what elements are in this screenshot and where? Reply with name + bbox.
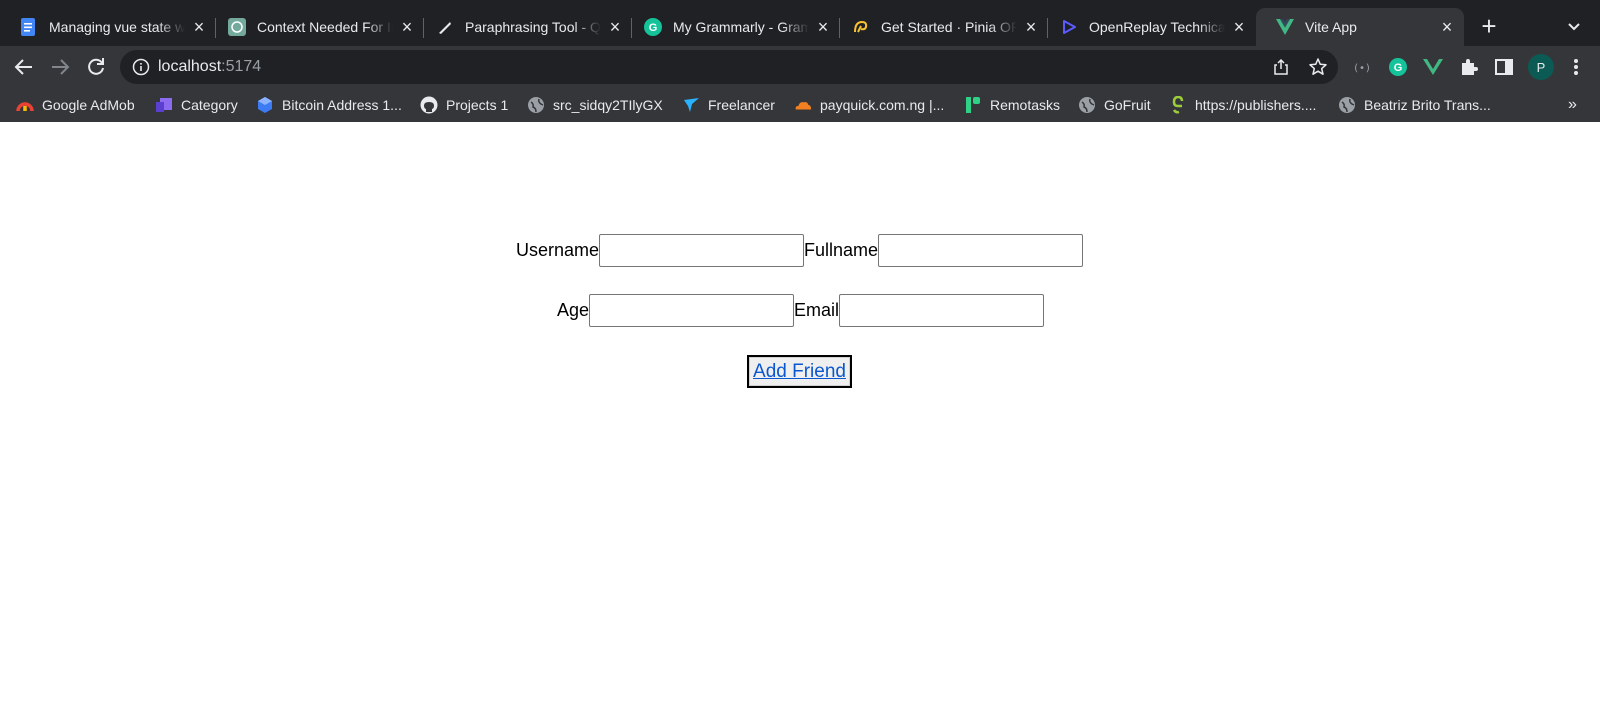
- close-tab-icon[interactable]: ×: [398, 18, 416, 36]
- email-label: Email: [794, 300, 840, 320]
- google-docs-icon: [20, 18, 38, 36]
- remotasks-icon: [964, 96, 982, 114]
- tab-title: OpenReplay Technica: [1089, 19, 1225, 35]
- grammarly-icon: G: [644, 18, 662, 36]
- side-panel-icon[interactable]: [1494, 57, 1514, 77]
- tab-title: Vite App: [1305, 19, 1357, 35]
- form-row-age-email: Age Email: [557, 294, 1045, 327]
- browser-toolbar: localhost:5174 (•) G P: [0, 46, 1600, 88]
- bookmark-beatriz-brito[interactable]: Beatriz Brito Trans...: [1338, 95, 1491, 115]
- globe-icon: [1078, 96, 1096, 114]
- bookmark-label: Remotasks: [990, 97, 1061, 113]
- bookmark-gofruit[interactable]: GoFruit: [1078, 95, 1151, 115]
- bitcoin-icon: [256, 96, 274, 114]
- more-menu-icon[interactable]: [1566, 57, 1586, 77]
- vue-icon: [1276, 18, 1294, 36]
- tab-pinia[interactable]: Get Started · Pinia OR ×: [832, 8, 1048, 46]
- age-label: Age: [557, 300, 590, 320]
- url-port: :5174: [221, 58, 262, 75]
- form-row-username-fullname: Username Fullname: [516, 234, 1084, 267]
- tab-title: Paraphrasing Tool - Q: [465, 19, 601, 35]
- grammarly-extension-icon[interactable]: G: [1388, 57, 1408, 77]
- bookmark-label: payquick.com.ng |...: [820, 97, 945, 113]
- openreplay-icon: [1060, 18, 1078, 36]
- freelancer-icon: [682, 96, 700, 114]
- bookmark-label: Bitcoin Address 1...: [282, 97, 402, 113]
- vue-devtools-extension-icon[interactable]: [1423, 57, 1443, 77]
- bookmark-freelancer[interactable]: Freelancer: [682, 95, 775, 115]
- admob-icon: [16, 96, 34, 114]
- bookmark-bitcoin-address[interactable]: Bitcoin Address 1...: [256, 95, 402, 115]
- new-tab-button[interactable]: +: [1475, 13, 1503, 41]
- bookmark-label: Google AdMob: [42, 97, 135, 113]
- globe-icon: [1338, 96, 1356, 114]
- tab-search-chevron-icon[interactable]: [1564, 17, 1584, 37]
- tab-vite-app[interactable]: Vite App ×: [1256, 8, 1464, 46]
- svg-text:G: G: [649, 22, 658, 34]
- site-info-icon[interactable]: [132, 58, 150, 76]
- forward-arrow-icon[interactable]: [48, 55, 72, 79]
- close-tab-icon[interactable]: ×: [190, 18, 208, 36]
- fullname-label: Fullname: [804, 240, 879, 260]
- tab-strip: Managing vue state w × Context Needed Fo…: [0, 0, 1600, 46]
- username-label: Username: [516, 240, 600, 260]
- close-tab-icon[interactable]: ×: [1230, 18, 1248, 36]
- tab-title: Get Started · Pinia OR: [881, 19, 1017, 35]
- globe-icon: [527, 96, 545, 114]
- bookmark-payquick[interactable]: payquick.com.ng |...: [794, 95, 944, 115]
- tab-managing-vue-state[interactable]: Managing vue state w ×: [0, 8, 216, 46]
- bookmark-label: Category: [181, 97, 238, 113]
- pinia-icon: [852, 18, 870, 36]
- bookmark-google-admob[interactable]: Google AdMob: [16, 95, 135, 115]
- bookmark-label: Freelancer: [708, 97, 775, 113]
- bookmark-src-sidqy[interactable]: src_sidqy2TIlyGX: [527, 95, 663, 115]
- close-tab-icon[interactable]: ×: [1022, 18, 1040, 36]
- bookmark-label: src_sidqy2TIlyGX: [553, 97, 663, 113]
- bookmark-label: Projects 1: [446, 97, 509, 113]
- bookmarks-overflow-button[interactable]: »: [1568, 96, 1577, 114]
- bookmark-remotasks[interactable]: Remotasks: [964, 95, 1060, 115]
- chatgpt-icon: [228, 18, 246, 36]
- svg-text:G: G: [1394, 62, 1403, 74]
- github-icon: [420, 96, 438, 114]
- tab-title: Context Needed For In: [257, 19, 393, 35]
- bookmark-label: Beatriz Brito Trans...: [1364, 97, 1491, 113]
- category-icon: [155, 96, 173, 114]
- tab-openreplay[interactable]: OpenReplay Technica ×: [1040, 8, 1256, 46]
- close-tab-icon[interactable]: ×: [814, 18, 832, 36]
- publishers-icon: [1169, 96, 1187, 114]
- tab-title: Managing vue state w: [49, 19, 185, 35]
- username-input[interactable]: [599, 234, 805, 267]
- page-content: Username Fullname Age Email Add Friend: [0, 122, 1600, 728]
- add-friend-button[interactable]: Add Friend: [747, 355, 852, 388]
- back-arrow-icon[interactable]: [12, 55, 36, 79]
- url-host: localhost: [158, 58, 222, 75]
- share-icon[interactable]: [1272, 58, 1290, 76]
- close-tab-icon[interactable]: ×: [606, 18, 624, 36]
- extensions-puzzle-icon[interactable]: [1459, 57, 1479, 77]
- svg-text:(•): (•): [1353, 63, 1371, 74]
- age-input[interactable]: [589, 294, 795, 327]
- profile-avatar[interactable]: P: [1528, 54, 1554, 80]
- tab-paraphrasing-tool[interactable]: Paraphrasing Tool - Q ×: [416, 8, 632, 46]
- bookmark-label: GoFruit: [1104, 97, 1151, 113]
- tab-title: My Grammarly - Gram: [673, 19, 809, 35]
- email-input[interactable]: [839, 294, 1045, 327]
- cast-extension-icon[interactable]: (•): [1352, 57, 1372, 77]
- tab-context-needed[interactable]: Context Needed For In ×: [208, 8, 424, 46]
- tab-my-grammarly[interactable]: G My Grammarly - Gram ×: [624, 8, 840, 46]
- cloudflare-icon: [794, 96, 812, 114]
- bookmark-publishers[interactable]: https://publishers....: [1169, 95, 1316, 115]
- bookmark-projects-1[interactable]: Projects 1: [420, 95, 508, 115]
- bookmark-label: https://publishers....: [1195, 97, 1317, 113]
- bookmarks-bar: Google AdMob Category Bitcoin Address 1.…: [0, 88, 1600, 122]
- close-tab-icon[interactable]: ×: [1438, 18, 1456, 36]
- fullname-input[interactable]: [878, 234, 1084, 267]
- address-bar[interactable]: localhost:5174: [120, 50, 1338, 84]
- reload-icon[interactable]: [84, 55, 108, 79]
- quillbot-icon: [436, 18, 454, 36]
- bookmark-star-icon[interactable]: [1308, 57, 1328, 77]
- bookmark-category[interactable]: Category: [155, 95, 238, 115]
- url-text: localhost:5174: [158, 58, 261, 76]
